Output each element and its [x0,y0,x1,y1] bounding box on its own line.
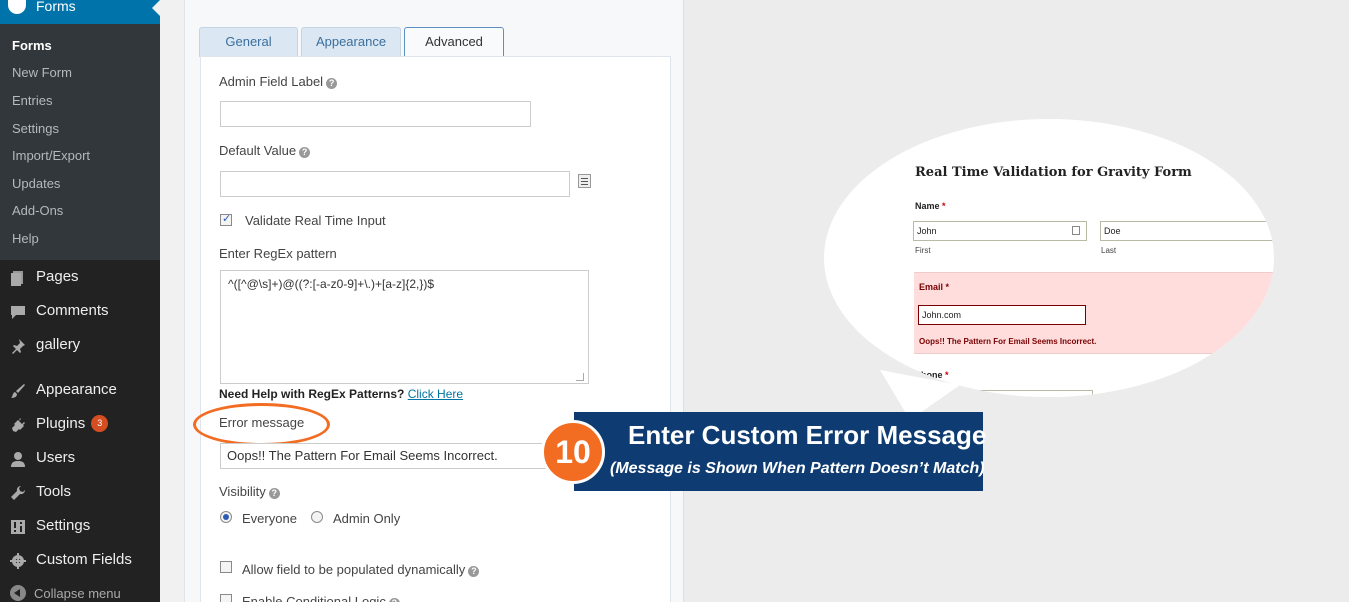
preview-first-name-input[interactable]: John [913,221,1087,241]
preview-email-text: Email [919,282,944,292]
preview-name-text: Name [915,201,940,211]
form-preview-bubble: Real Time Validation for Gravity Form Na… [824,119,1274,397]
callout-subtitle: (Message is Shown When Pattern Doesn’t M… [610,460,985,477]
contact-card-icon [1072,226,1080,235]
preview-email-label: Email * [919,282,949,292]
preview-last-name-input[interactable]: Doe [1100,221,1274,241]
required-mark: * [942,201,946,211]
required-mark: * [945,370,949,380]
step-number-badge: 10 [541,420,605,484]
preview-first-sublabel: First [915,246,931,255]
preview-email-input[interactable]: John.com [918,305,1086,325]
preview-email-error-message: Oops!! The Pattern For Email Seems Incor… [919,337,1097,346]
preview-last-sublabel: Last [1101,246,1117,255]
callout-title: Enter Custom Error Message [628,420,987,450]
preview-phone-text: Phone [915,370,943,380]
preview-phone-label: Phone * [915,370,949,380]
preview-phone-input[interactable] [913,390,1093,397]
step-callout-box: Enter Custom Error Message (Message is S… [574,412,987,491]
preview-name-label: Name * [915,201,946,211]
preview-form-title: Real Time Validation for Gravity Form [915,165,1192,180]
required-mark: * [945,282,950,292]
